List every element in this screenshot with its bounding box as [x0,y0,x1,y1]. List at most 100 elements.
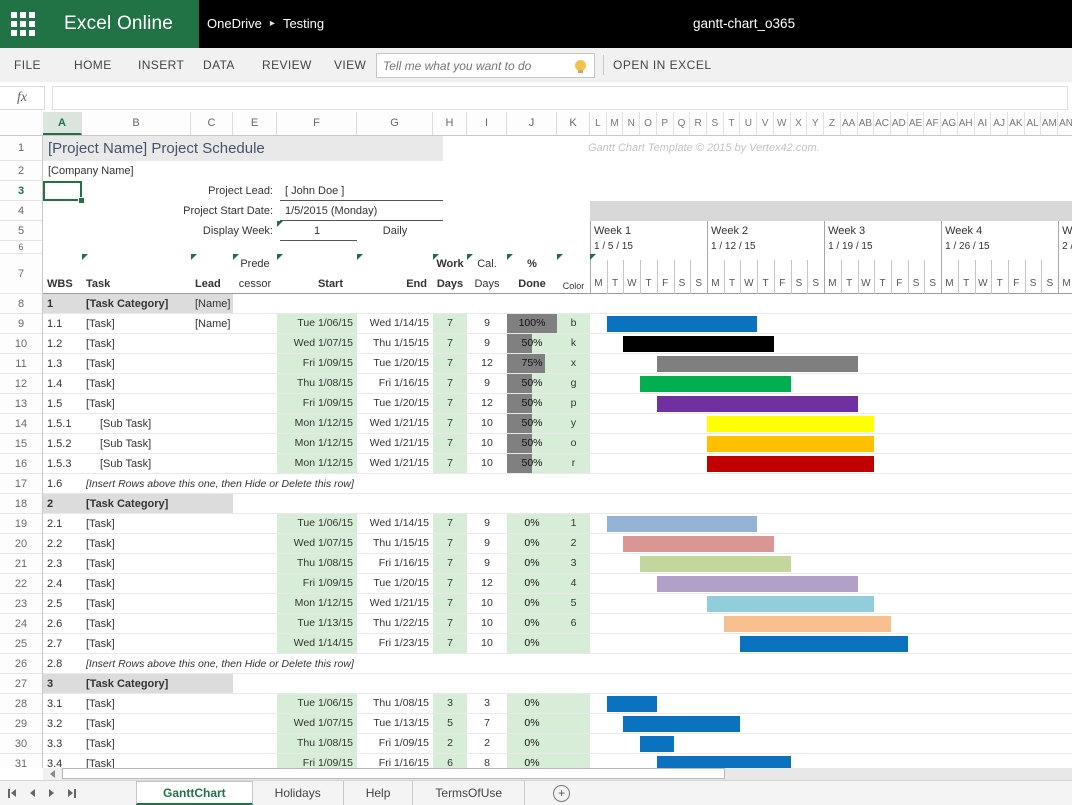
percent-done-cell[interactable]: 0% [507,534,557,553]
start-date-cell[interactable]: Mon 1/12/15 [277,454,357,473]
task-cell[interactable]: [Task Category] [86,674,191,694]
wbs-cell[interactable]: 3.1 [47,694,85,714]
cal-days-cell[interactable]: 12 [467,574,507,593]
breadcrumb-item-testing[interactable]: Testing [283,0,324,48]
cal-days-cell[interactable]: 10 [467,614,507,633]
row-header-26[interactable]: 26 [0,654,42,674]
display-week-mode[interactable]: Daily [357,221,433,241]
end-date-cell[interactable]: Thu 1/22/15 [357,614,433,633]
column-header-AB[interactable]: AB [858,112,875,135]
task-cell[interactable]: [Task] [86,374,191,394]
next-sheet-icon[interactable] [49,789,54,797]
tab-view[interactable]: VIEW [334,48,366,82]
work-days-cell[interactable]: 7 [433,594,467,613]
work-days-cell[interactable]: 7 [433,554,467,573]
task-cell[interactable]: [Sub Task] [100,454,205,474]
column-header-AC[interactable]: AC [874,112,891,135]
percent-done-cell[interactable]: 50% [507,414,557,433]
breadcrumb-item-onedrive[interactable]: OneDrive [207,0,262,48]
cal-days-cell[interactable]: 12 [467,394,507,413]
start-date-cell[interactable]: Wed 1/07/15 [277,714,357,733]
wbs-cell[interactable]: 1.5.3 [47,454,85,474]
row-header-7[interactable]: 7 [0,254,42,294]
wbs-cell[interactable]: 2.8 [47,654,81,674]
column-header-Y[interactable]: Y [807,112,824,135]
tell-me-input[interactable] [377,59,575,73]
info-value[interactable]: [ John Doe ] [285,181,455,201]
percent-done-cell[interactable]: 75% [507,354,557,373]
gantt-bar[interactable] [657,756,791,768]
start-date-cell[interactable]: Wed 1/07/15 [277,534,357,553]
color-code-cell[interactable]: 4 [557,574,590,593]
row-header-28[interactable]: 28 [0,694,42,714]
color-code-cell[interactable]: 2 [557,534,590,553]
first-sheet-icon[interactable] [8,789,16,798]
column-header-E[interactable]: E [233,112,277,135]
color-code-cell[interactable]: 3 [557,554,590,573]
wbs-cell[interactable]: 2.6 [47,614,85,634]
gantt-bar[interactable] [707,436,874,452]
task-cell[interactable]: [Task] [86,394,191,414]
column-header-AJ[interactable]: AJ [991,112,1008,135]
wbs-cell[interactable]: 1 [47,294,81,314]
column-header-T[interactable]: T [724,112,741,135]
column-header-AD[interactable]: AD [891,112,908,135]
sheet-tab-help[interactable]: Help [344,781,414,805]
end-date-cell[interactable]: Tue 1/20/15 [357,354,433,373]
spreadsheet-grid[interactable]: ABCEFGHIJKLMNOPQRSTUVWXYZAAABACADAEAFAGA… [0,112,1072,768]
work-days-cell[interactable]: 5 [433,714,467,733]
column-header-R[interactable]: R [690,112,707,135]
start-date-cell[interactable]: Tue 1/06/15 [277,694,357,713]
task-cell[interactable]: [Sub Task] [100,414,205,434]
percent-done-cell[interactable]: 0% [507,614,557,633]
wbs-cell[interactable]: 3 [47,674,81,694]
tab-review[interactable]: REVIEW [262,48,312,82]
percent-done-cell[interactable]: 50% [507,334,557,353]
gantt-bar[interactable] [657,396,858,412]
task-cell[interactable]: [Task] [86,634,191,654]
start-date-cell[interactable]: Mon 1/12/15 [277,434,357,453]
percent-done-cell[interactable]: 50% [507,394,557,413]
task-cell[interactable]: [Sub Task] [100,434,205,454]
percent-done-cell[interactable]: 50% [507,454,557,473]
percent-done-cell[interactable]: 0% [507,574,557,593]
cal-days-cell[interactable]: 10 [467,634,507,653]
app-launcher-icon[interactable] [11,12,36,37]
sheet-tab-holidays[interactable]: Holidays [253,781,344,805]
task-cell[interactable]: [Task] [86,514,191,534]
wbs-cell[interactable]: 2.7 [47,634,85,654]
end-date-cell[interactable]: Thu 1/15/15 [357,534,433,553]
percent-done-cell[interactable]: 0% [507,714,557,733]
work-days-cell[interactable]: 7 [433,394,467,413]
column-header-AF[interactable]: AF [924,112,941,135]
gantt-bar[interactable] [657,576,858,592]
gantt-bar[interactable] [623,536,773,552]
row-header-2[interactable]: 2 [0,161,42,181]
start-date-cell[interactable]: Mon 1/12/15 [277,594,357,613]
work-days-cell[interactable]: 7 [433,354,467,373]
column-header-N[interactable]: N [623,112,640,135]
company-name[interactable]: [Company Name] [48,161,248,181]
row-header-27[interactable]: 27 [0,674,42,694]
column-header-A[interactable]: A [43,112,82,135]
wbs-cell[interactable]: 1.2 [47,334,85,354]
row-header-4[interactable]: 4 [0,201,42,221]
row-header-3[interactable]: 3 [0,181,42,201]
gantt-bar[interactable] [607,696,657,712]
row-header-9[interactable]: 9 [0,314,42,334]
task-cell[interactable]: [Task Category] [86,494,191,514]
end-date-cell[interactable]: Fri 1/16/15 [357,554,433,573]
row-header-25[interactable]: 25 [0,634,42,654]
gantt-bar[interactable] [623,716,740,732]
row-header-17[interactable]: 17 [0,474,42,494]
column-header-L[interactable]: L [590,112,607,135]
column-header-H[interactable]: H [433,112,467,135]
task-cell[interactable]: [Task] [86,594,191,614]
gantt-bar[interactable] [724,616,891,632]
start-date-cell[interactable]: Thu 1/08/15 [277,734,357,753]
end-date-cell[interactable]: Thu 1/15/15 [357,334,433,353]
wbs-cell[interactable]: 2.2 [47,534,85,554]
task-cell[interactable]: [Task] [86,354,191,374]
note-cell[interactable]: [Insert Rows above this one, then Hide o… [86,474,446,494]
column-header-U[interactable]: U [740,112,757,135]
